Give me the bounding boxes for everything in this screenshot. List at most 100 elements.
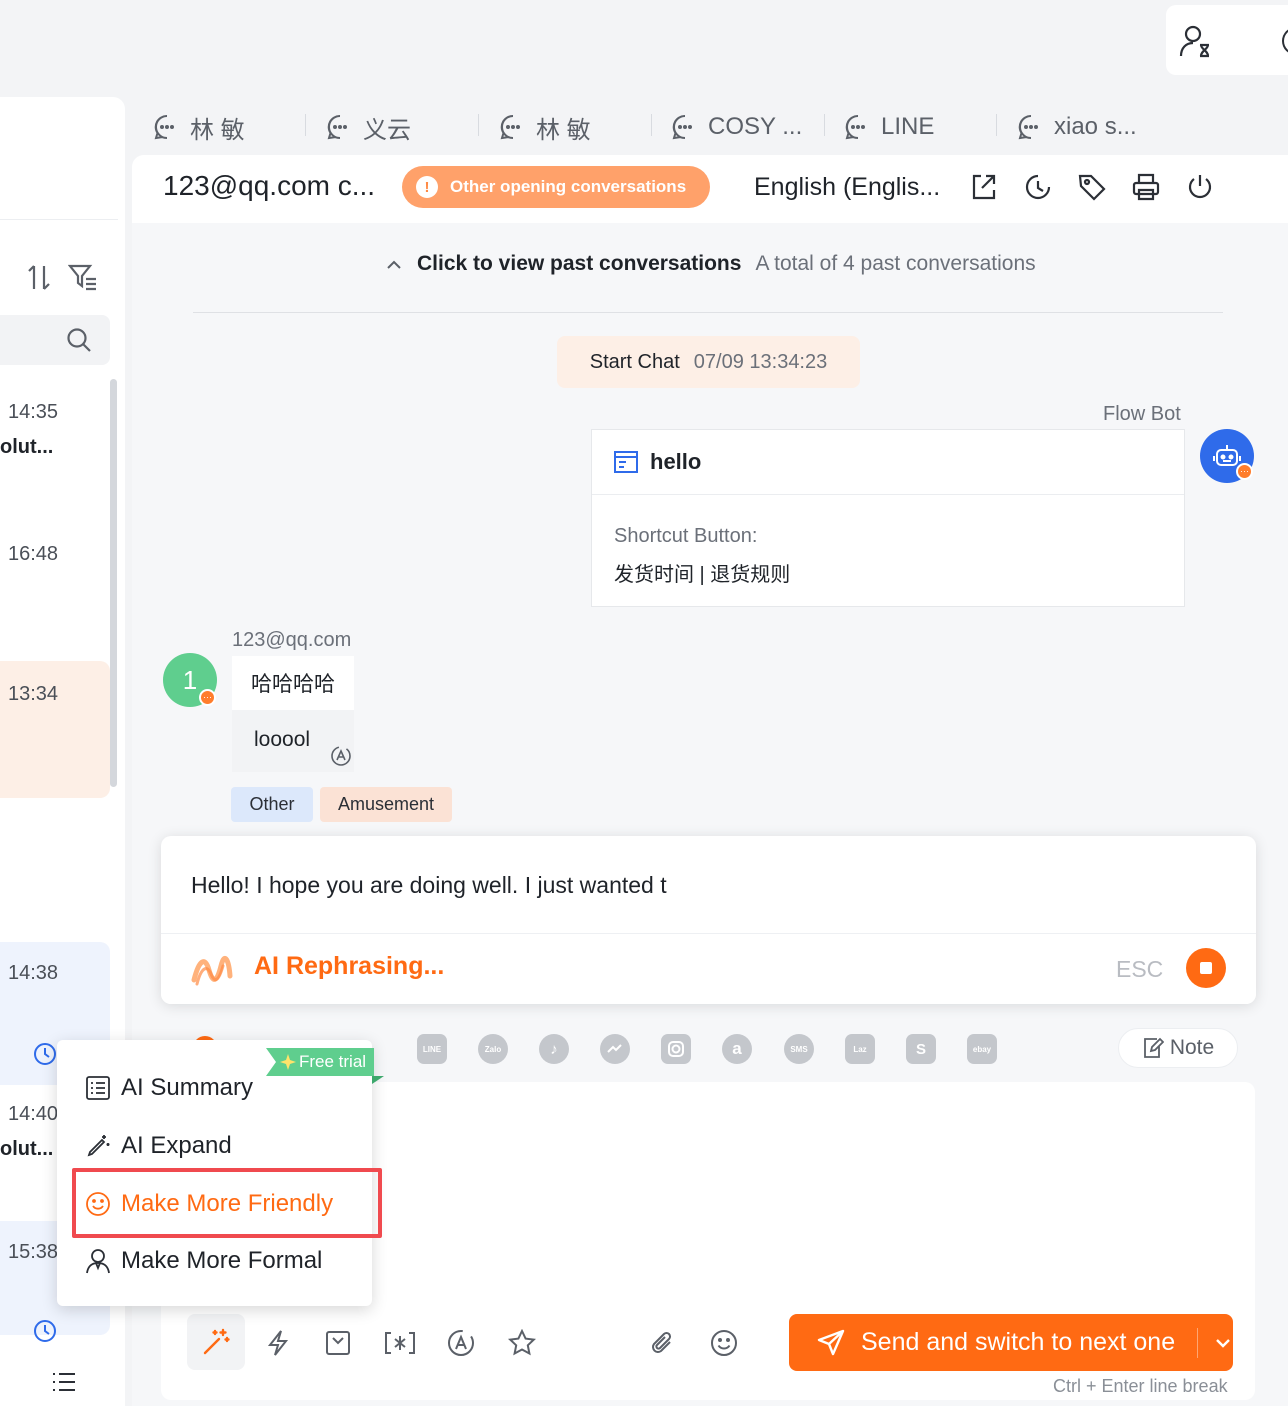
language-selector[interactable]: English (Englis... [754, 173, 940, 202]
tab-label: LINE [881, 113, 935, 140]
tab-label: COSY ... [708, 113, 803, 140]
menu-item-label: Make More Formal [121, 1247, 323, 1274]
conversation-time: 14:40 [8, 1103, 59, 1125]
tab-conversation-6[interactable]: xiao s... [1018, 110, 1137, 144]
agent-status-panel[interactable] [1166, 5, 1288, 75]
chevron-up-icon [385, 258, 403, 270]
conversation-preview: olut... [0, 1138, 54, 1160]
zalo-channel-icon[interactable]: Zalo [478, 1034, 508, 1064]
send-and-switch-button[interactable]: Send and switch to next one [789, 1314, 1233, 1371]
lazada-channel-icon[interactable]: Laz [845, 1034, 875, 1064]
bot-message-card: hello Shortcut Button: 发货时间 | 退货规则 [591, 429, 1185, 607]
divider [0, 219, 118, 220]
conversation-search-input[interactable] [0, 315, 110, 365]
tab-conversation-5[interactable]: LINE [845, 110, 934, 144]
ai-rephrase-status-bar: AI Rephrasing... ESC [161, 933, 1256, 1004]
clock-icon[interactable] [1282, 27, 1288, 55]
tag-amusement[interactable]: Amusement [320, 787, 452, 822]
amazon-channel-icon[interactable]: a [722, 1034, 752, 1064]
tab-divider [651, 114, 652, 136]
badge-fold [372, 1076, 384, 1084]
past-conversations-bar[interactable]: Click to view past conversations A total… [385, 252, 1036, 276]
start-chat-marker: Start Chat 07/09 13:34:23 [557, 336, 860, 388]
emoji-button[interactable] [707, 1326, 741, 1360]
pending-clock-icon [33, 1319, 57, 1343]
ai-rephrase-status: AI Rephrasing... [254, 952, 445, 980]
stop-button[interactable] [1186, 948, 1226, 988]
pending-clock-icon [33, 1042, 57, 1066]
tiktok-channel-icon[interactable]: ♪ [539, 1034, 569, 1064]
variable-icon [384, 1330, 416, 1356]
filter-icon[interactable] [68, 263, 98, 291]
past-conversations-link[interactable]: Click to view past conversations [417, 252, 741, 276]
translate-icon[interactable] [330, 745, 352, 767]
search-icon[interactable] [66, 327, 92, 353]
favorite-button[interactable] [505, 1326, 539, 1360]
esc-hint: ESC [1116, 956, 1164, 982]
translate-button[interactable] [444, 1326, 478, 1360]
variable-button[interactable] [383, 1326, 417, 1360]
knowledge-base-button[interactable] [321, 1326, 355, 1360]
sms-channel-icon[interactable]: SMS [784, 1034, 814, 1064]
ebay-channel-icon[interactable]: ebay [967, 1034, 997, 1064]
print-icon[interactable] [1131, 172, 1161, 202]
customer-avatar: 1 ··· [163, 653, 217, 707]
ai-draft-text[interactable]: Hello! I hope you are doing well. I just… [191, 872, 667, 899]
tab-divider [824, 114, 825, 136]
past-conversations-count: A total of 4 past conversations [755, 252, 1036, 275]
conversation-title[interactable]: 123@qq.com c... [163, 170, 375, 202]
list-icon [85, 1075, 111, 1101]
user-status-icon[interactable] [1178, 23, 1214, 59]
tab-divider [305, 114, 306, 136]
divider [193, 312, 1223, 313]
customer-name: 123@qq.com [232, 629, 352, 651]
tab-conversation-2[interactable]: 义云 [327, 110, 411, 144]
transfer-icon[interactable] [969, 172, 999, 202]
shopify-channel-icon[interactable]: S [906, 1034, 936, 1064]
sort-icon[interactable] [26, 263, 52, 291]
group-icon[interactable] [0, 263, 10, 291]
note-button[interactable]: Note [1118, 1028, 1238, 1068]
line-channel-icon[interactable]: LINE [417, 1034, 447, 1064]
menu-item-make-more-formal[interactable]: Make More Formal [57, 1233, 372, 1289]
attach-button[interactable] [645, 1326, 679, 1360]
end-session-power-icon[interactable] [1185, 172, 1215, 202]
quick-reply-button[interactable] [261, 1326, 295, 1360]
magic-wand-icon [201, 1327, 231, 1357]
tab-label: xiao s... [1054, 113, 1137, 140]
shortcut-buttons[interactable]: 发货时间 | 退货规则 [614, 558, 790, 587]
archive-icon [325, 1330, 351, 1356]
tab-conversation-3[interactable]: 林 敏 [500, 110, 591, 144]
stop-icon [1200, 962, 1212, 974]
other-conversations-alert[interactable]: ! Other opening conversations [402, 166, 710, 208]
selection-highlight-box [72, 1168, 382, 1238]
tab-label: 义云 [363, 116, 411, 144]
bot-name: Flow Bot [1103, 403, 1181, 425]
messenger-channel-icon[interactable] [600, 1034, 630, 1064]
menu-list-icon[interactable] [52, 1372, 76, 1392]
magic-pen-icon [85, 1133, 111, 1159]
conversation-time: 13:34 [8, 683, 59, 705]
menu-item-ai-expand[interactable]: AI Expand [57, 1118, 372, 1174]
conversation-item[interactable]: 16:48 [0, 517, 110, 647]
instagram-channel-icon[interactable] [661, 1034, 691, 1064]
tab-divider [478, 114, 479, 136]
conversation-item[interactable]: 14:35 olut... [0, 365, 110, 501]
conversation-item-active[interactable]: 13:34 [0, 661, 110, 798]
history-icon[interactable] [1023, 172, 1053, 202]
chat-bubble-icon [845, 114, 871, 140]
ai-magic-wand-button[interactable] [187, 1314, 245, 1370]
ai-wave-icon [191, 950, 233, 990]
tab-conversation-1[interactable]: 林 敏 [154, 110, 245, 144]
chevron-down-icon[interactable] [1214, 1337, 1232, 1349]
customer-message: 哈哈哈哈 [251, 673, 335, 696]
channel-badge-icon: ··· [199, 689, 216, 706]
tag-icon[interactable] [1077, 172, 1107, 202]
tag-other[interactable]: Other [231, 787, 313, 822]
conversation-list-scrollbar[interactable] [110, 379, 117, 787]
menu-item-label: AI Expand [121, 1132, 232, 1159]
customer-message-row: looool [232, 710, 354, 772]
chat-bubble-icon [672, 114, 698, 140]
shortcut-label: Shortcut Button: [614, 525, 758, 547]
tab-conversation-4[interactable]: COSY ... [672, 110, 802, 144]
